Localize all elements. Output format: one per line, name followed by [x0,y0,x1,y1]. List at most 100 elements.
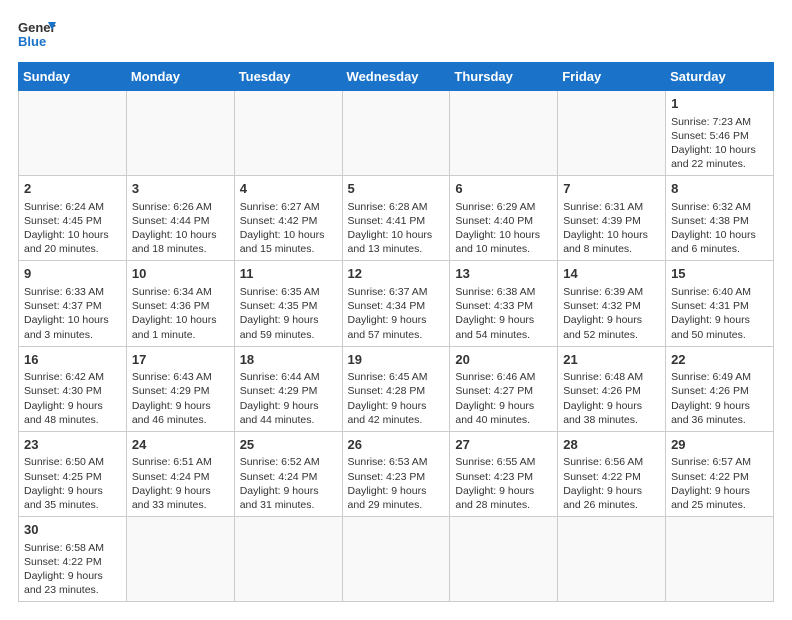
calendar-cell: 5 Sunrise: 6:28 AM Sunset: 4:41 PM Daylig… [342,176,450,261]
day-number: 3 [132,180,229,198]
calendar-cell [126,517,234,602]
day-number: 30 [24,521,121,539]
day-info: Sunrise: 6:39 AM Sunset: 4:32 PM Dayligh… [563,286,643,341]
day-number: 17 [132,351,229,369]
calendar-week-row: 9 Sunrise: 6:33 AM Sunset: 4:37 PM Daylig… [19,261,774,346]
calendar-cell: 22 Sunrise: 6:49 AM Sunset: 4:26 PM Dayli… [666,346,774,431]
day-info: Sunrise: 6:28 AM Sunset: 4:41 PM Dayligh… [348,201,433,256]
calendar-cell: 8 Sunrise: 6:32 AM Sunset: 4:38 PM Daylig… [666,176,774,261]
calendar-cell: 24 Sunrise: 6:51 AM Sunset: 4:24 PM Dayli… [126,431,234,516]
day-number: 13 [455,265,552,283]
day-info: Sunrise: 6:51 AM Sunset: 4:24 PM Dayligh… [132,456,212,511]
logo: General Blue [18,18,56,52]
calendar-cell: 26 Sunrise: 6:53 AM Sunset: 4:23 PM Dayli… [342,431,450,516]
calendar-cell [558,517,666,602]
day-number: 23 [24,436,121,454]
calendar-cell: 6 Sunrise: 6:29 AM Sunset: 4:40 PM Daylig… [450,176,558,261]
calendar-cell: 16Sunrise: 6:42 AM Sunset: 4:30 PM Dayli… [19,346,127,431]
calendar-header-row: SundayMondayTuesdayWednesdayThursdayFrid… [19,63,774,91]
calendar-cell: 3 Sunrise: 6:26 AM Sunset: 4:44 PM Daylig… [126,176,234,261]
day-number: 29 [671,436,768,454]
day-info: Sunrise: 6:49 AM Sunset: 4:26 PM Dayligh… [671,371,751,426]
day-number: 19 [348,351,445,369]
day-info: Sunrise: 6:26 AM Sunset: 4:44 PM Dayligh… [132,201,217,256]
calendar-week-row: 2 Sunrise: 6:24 AM Sunset: 4:45 PM Daylig… [19,176,774,261]
day-info: Sunrise: 6:46 AM Sunset: 4:27 PM Dayligh… [455,371,535,426]
calendar-cell [19,91,127,176]
day-info: Sunrise: 6:58 AM Sunset: 4:22 PM Dayligh… [24,542,104,597]
calendar-col-wednesday: Wednesday [342,63,450,91]
day-number: 8 [671,180,768,198]
day-number: 28 [563,436,660,454]
svg-text:Blue: Blue [18,34,46,49]
calendar-cell [558,91,666,176]
day-info: Sunrise: 6:33 AM Sunset: 4:37 PM Dayligh… [24,286,109,341]
calendar-cell [234,91,342,176]
calendar-cell [234,517,342,602]
day-info: Sunrise: 7:23 AM Sunset: 5:46 PM Dayligh… [671,116,756,171]
day-number: 22 [671,351,768,369]
day-info: Sunrise: 6:35 AM Sunset: 4:35 PM Dayligh… [240,286,320,341]
day-info: Sunrise: 6:32 AM Sunset: 4:38 PM Dayligh… [671,201,756,256]
day-number: 14 [563,265,660,283]
calendar-week-row: 16Sunrise: 6:42 AM Sunset: 4:30 PM Dayli… [19,346,774,431]
calendar-cell: 30 Sunrise: 6:58 AM Sunset: 4:22 PM Dayli… [19,517,127,602]
day-number: 12 [348,265,445,283]
calendar-cell [666,517,774,602]
day-info: Sunrise: 6:43 AM Sunset: 4:29 PM Dayligh… [132,371,212,426]
calendar-cell [450,517,558,602]
day-number: 11 [240,265,337,283]
calendar-cell: 18Sunrise: 6:44 AM Sunset: 4:29 PM Dayli… [234,346,342,431]
day-number: 26 [348,436,445,454]
day-number: 21 [563,351,660,369]
day-info: Sunrise: 6:34 AM Sunset: 4:36 PM Dayligh… [132,286,217,341]
day-info: Sunrise: 6:38 AM Sunset: 4:33 PM Dayligh… [455,286,535,341]
calendar-cell: 19 Sunrise: 6:45 AM Sunset: 4:28 PM Dayli… [342,346,450,431]
day-info: Sunrise: 6:55 AM Sunset: 4:23 PM Dayligh… [455,456,535,511]
calendar-cell: 20Sunrise: 6:46 AM Sunset: 4:27 PM Dayli… [450,346,558,431]
day-info: Sunrise: 6:24 AM Sunset: 4:45 PM Dayligh… [24,201,109,256]
day-number: 18 [240,351,337,369]
day-info: Sunrise: 6:29 AM Sunset: 4:40 PM Dayligh… [455,201,540,256]
day-number: 4 [240,180,337,198]
calendar-cell: 25 Sunrise: 6:52 AM Sunset: 4:24 PM Dayli… [234,431,342,516]
day-number: 9 [24,265,121,283]
calendar-week-row: 23Sunrise: 6:50 AM Sunset: 4:25 PM Dayli… [19,431,774,516]
calendar-col-friday: Friday [558,63,666,91]
calendar-cell: 15 Sunrise: 6:40 AM Sunset: 4:31 PM Dayli… [666,261,774,346]
calendar-col-monday: Monday [126,63,234,91]
calendar-cell: 21Sunrise: 6:48 AM Sunset: 4:26 PM Dayli… [558,346,666,431]
header: General Blue [18,18,774,52]
calendar-cell: 23Sunrise: 6:50 AM Sunset: 4:25 PM Dayli… [19,431,127,516]
day-number: 5 [348,180,445,198]
day-number: 16 [24,351,121,369]
day-number: 7 [563,180,660,198]
day-number: 2 [24,180,121,198]
calendar-cell: 17 Sunrise: 6:43 AM Sunset: 4:29 PM Dayli… [126,346,234,431]
calendar-cell: 29Sunrise: 6:57 AM Sunset: 4:22 PM Dayli… [666,431,774,516]
calendar-cell [450,91,558,176]
day-info: Sunrise: 6:40 AM Sunset: 4:31 PM Dayligh… [671,286,751,341]
calendar-cell: 7Sunrise: 6:31 AM Sunset: 4:39 PM Daylig… [558,176,666,261]
day-number: 24 [132,436,229,454]
day-info: Sunrise: 6:56 AM Sunset: 4:22 PM Dayligh… [563,456,643,511]
day-info: Sunrise: 6:45 AM Sunset: 4:28 PM Dayligh… [348,371,428,426]
calendar-cell: 4Sunrise: 6:27 AM Sunset: 4:42 PM Daylig… [234,176,342,261]
day-info: Sunrise: 6:37 AM Sunset: 4:34 PM Dayligh… [348,286,428,341]
day-number: 25 [240,436,337,454]
calendar-col-saturday: Saturday [666,63,774,91]
calendar-week-row: 30 Sunrise: 6:58 AM Sunset: 4:22 PM Dayli… [19,517,774,602]
calendar-cell: 1Sunrise: 7:23 AM Sunset: 5:46 PM Daylig… [666,91,774,176]
calendar-table: SundayMondayTuesdayWednesdayThursdayFrid… [18,62,774,602]
calendar-cell: 12 Sunrise: 6:37 AM Sunset: 4:34 PM Dayli… [342,261,450,346]
day-number: 15 [671,265,768,283]
day-info: Sunrise: 6:52 AM Sunset: 4:24 PM Dayligh… [240,456,320,511]
day-number: 6 [455,180,552,198]
day-info: Sunrise: 6:53 AM Sunset: 4:23 PM Dayligh… [348,456,428,511]
calendar-cell: 2 Sunrise: 6:24 AM Sunset: 4:45 PM Daylig… [19,176,127,261]
calendar-cell: 13 Sunrise: 6:38 AM Sunset: 4:33 PM Dayli… [450,261,558,346]
calendar-cell: 27Sunrise: 6:55 AM Sunset: 4:23 PM Dayli… [450,431,558,516]
calendar-col-sunday: Sunday [19,63,127,91]
calendar-cell: 28 Sunrise: 6:56 AM Sunset: 4:22 PM Dayli… [558,431,666,516]
page: General Blue SundayMondayTuesdayWednesda… [0,0,792,620]
